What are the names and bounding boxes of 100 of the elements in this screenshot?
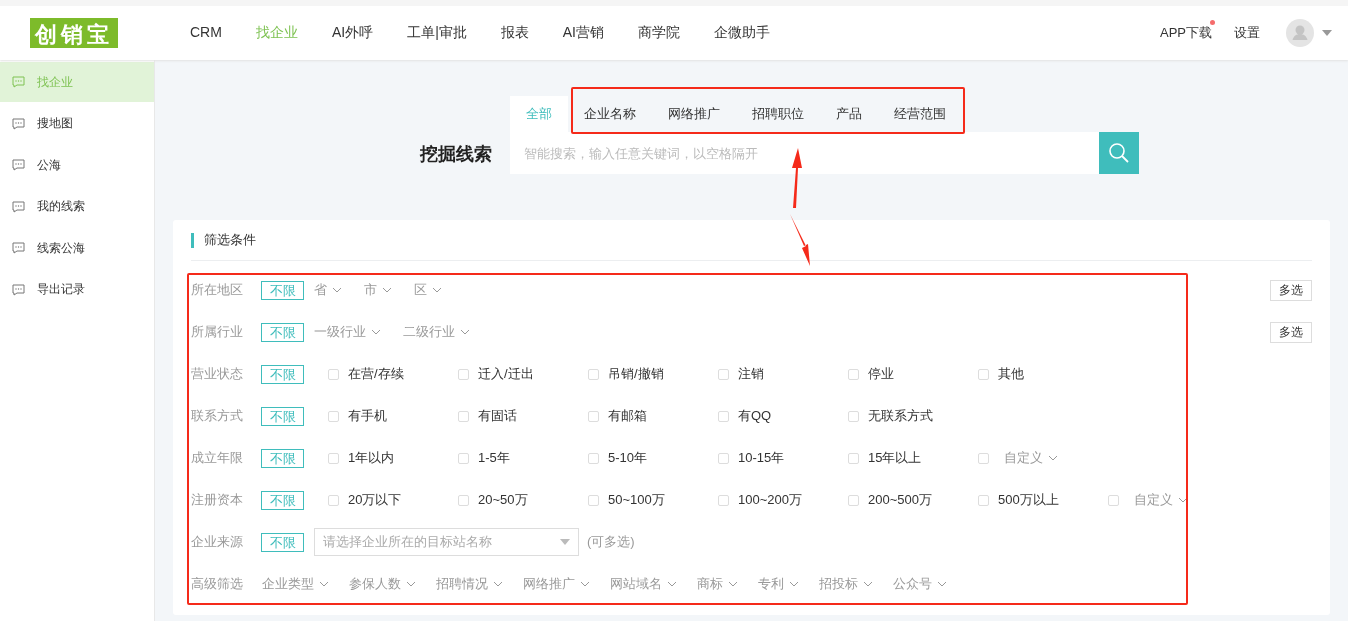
checkbox[interactable] — [978, 368, 989, 380]
any-tag[interactable]: 不限 — [261, 490, 304, 510]
checkbox[interactable] — [458, 494, 469, 506]
nav-link[interactable]: 找企业 — [238, 24, 315, 42]
any-tag[interactable]: 不限 — [261, 364, 304, 384]
filter-label: 营业状态 — [191, 365, 244, 383]
checkbox[interactable] — [978, 452, 989, 464]
filter-dropdown[interactable]: 网站域名 — [610, 575, 677, 593]
multi-select-button[interactable]: 多选 — [1270, 321, 1312, 343]
option-label: 15年以上 — [868, 449, 922, 467]
search-tab[interactable]: 企业名称 — [568, 96, 652, 132]
filter-dropdown[interactable]: 参保人数 — [349, 575, 416, 593]
option-label: 1-5年 — [478, 449, 510, 467]
sidebar-item[interactable]: 线索公海 — [0, 228, 154, 268]
filter-dropdown[interactable]: 省 — [314, 281, 342, 299]
chat-icon — [12, 200, 25, 213]
chevron-down-icon — [1178, 497, 1188, 503]
chevron-down-icon — [332, 287, 342, 293]
chevron-down-icon — [319, 581, 329, 587]
chat-icon — [12, 242, 25, 254]
checkbox[interactable] — [718, 410, 729, 422]
custom-dropdown[interactable]: 自定义 — [1004, 449, 1058, 467]
checkbox[interactable] — [848, 452, 859, 464]
checkbox[interactable] — [1108, 494, 1119, 506]
search-field[interactable]: 智能搜索，输入任意关键词，以空格隔开 — [510, 132, 1099, 174]
option-label: 无联系方式 — [868, 407, 933, 425]
nav-link[interactable]: 商学院 — [621, 24, 697, 42]
chat-icon — [12, 117, 25, 130]
sidebar-item[interactable]: 找企业 — [0, 62, 154, 102]
checkbox[interactable] — [718, 368, 729, 380]
caret-icon — [560, 539, 570, 545]
search-title: 挖掘线索 — [420, 143, 492, 166]
chevron-down-icon — [667, 581, 677, 587]
filter-dropdown[interactable]: 二级行业 — [403, 323, 470, 341]
any-tag[interactable]: 不限 — [261, 448, 304, 468]
site-select[interactable]: 请选择企业所在的目标站名称 — [314, 528, 579, 556]
filter-dropdown[interactable]: 招聘情况 — [436, 575, 503, 593]
filter-dropdown[interactable]: 招投标 — [819, 575, 873, 593]
multi-select-button[interactable]: 多选 — [1270, 279, 1312, 301]
nav-link[interactable]: AI外呼 — [314, 24, 391, 42]
accent-bar — [191, 232, 194, 248]
sidebar-item[interactable]: 导出记录 — [0, 269, 154, 310]
custom-dropdown[interactable]: 自定义 — [1134, 491, 1188, 509]
filter-dropdown[interactable]: 专利 — [758, 575, 799, 593]
settings-link[interactable]: 设置 — [1234, 24, 1260, 42]
any-tag[interactable]: 不限 — [261, 322, 304, 342]
nav-link[interactable]: CRM — [173, 24, 239, 42]
sidebar-item[interactable]: 我的线索 — [0, 186, 154, 227]
filter-dropdown[interactable]: 企业类型 — [262, 575, 329, 593]
any-tag[interactable]: 不限 — [261, 406, 304, 426]
filter-dropdown[interactable]: 商标 — [697, 575, 738, 593]
checkbox[interactable] — [978, 494, 989, 506]
option-label: 有固话 — [478, 407, 517, 425]
checkbox[interactable] — [588, 410, 599, 422]
chevron-down-icon — [460, 329, 470, 335]
avatar-icon[interactable] — [1286, 19, 1314, 47]
nav-link[interactable]: 报表 — [483, 24, 546, 42]
checkbox[interactable] — [328, 410, 339, 422]
filter-dropdown[interactable]: 一级行业 — [314, 323, 381, 341]
filter-dropdown[interactable]: 公众号 — [893, 575, 947, 593]
checkbox[interactable] — [848, 494, 859, 506]
option-label: 有手机 — [348, 407, 387, 425]
option-label: 停业 — [868, 365, 894, 383]
caret-icon[interactable] — [1322, 30, 1332, 36]
search-button[interactable] — [1099, 132, 1139, 174]
checkbox[interactable] — [328, 368, 339, 380]
search-tab[interactable]: 网络推广 — [652, 96, 736, 132]
nav-link[interactable]: AI营销 — [545, 24, 621, 42]
checkbox[interactable] — [718, 494, 729, 506]
filter-dropdown[interactable]: 市 — [364, 281, 392, 299]
app-download-link[interactable]: APP下载 — [1160, 24, 1212, 42]
sidebar-item[interactable]: 搜地图 — [0, 103, 154, 144]
filter-dropdown[interactable]: 网络推广 — [523, 575, 590, 593]
checkbox[interactable] — [328, 494, 339, 506]
search-tab[interactable]: 招聘职位 — [736, 96, 820, 132]
checkbox[interactable] — [848, 368, 859, 380]
nav-link[interactable]: 工单|审批 — [390, 24, 484, 42]
any-tag[interactable]: 不限 — [261, 280, 304, 300]
sidebar-item[interactable]: 公海 — [0, 145, 154, 185]
chat-icon — [12, 159, 25, 171]
any-tag[interactable]: 不限 — [261, 532, 304, 552]
checkbox[interactable] — [718, 452, 729, 464]
option-label: 20万以下 — [348, 491, 402, 509]
checkbox[interactable] — [328, 452, 339, 464]
checkbox[interactable] — [848, 410, 859, 422]
select-hint: (可多选) — [587, 533, 635, 551]
search-tab[interactable]: 经营范围 — [878, 96, 962, 132]
checkbox[interactable] — [458, 452, 469, 464]
search-tab[interactable]: 产品 — [820, 96, 878, 132]
nav-link[interactable]: 企微助手 — [697, 24, 787, 42]
filter-dropdown[interactable]: 区 — [414, 281, 442, 299]
checkbox[interactable] — [588, 368, 599, 380]
checkbox[interactable] — [588, 494, 599, 506]
checkbox[interactable] — [588, 452, 599, 464]
logo[interactable]: 创销宝 — [30, 18, 118, 48]
checkbox[interactable] — [458, 368, 469, 380]
search-tab[interactable]: 全部 — [510, 96, 568, 132]
chevron-down-icon — [406, 581, 416, 587]
filter-label: 所属行业 — [191, 323, 244, 341]
checkbox[interactable] — [458, 410, 469, 422]
